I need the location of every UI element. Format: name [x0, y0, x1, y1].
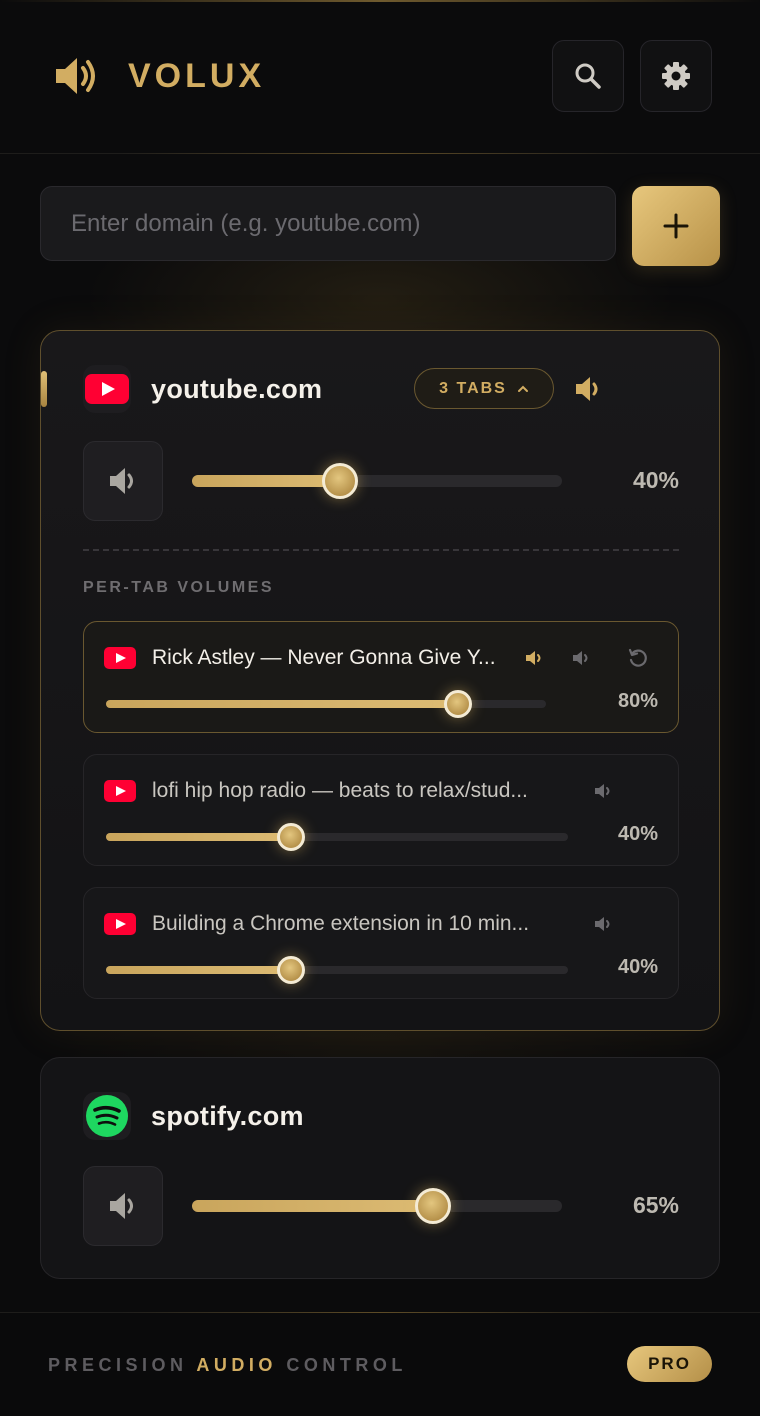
tab-item: Building a Chrome extension in 10 min...…	[83, 887, 679, 999]
speaker-icon	[595, 784, 610, 798]
spotify-icon	[86, 1095, 128, 1137]
tagline-part: PRECISION	[48, 1355, 197, 1375]
search-button[interactable]	[552, 40, 624, 112]
tab-volume-slider[interactable]	[106, 956, 568, 984]
speaker-active-icon	[576, 377, 598, 401]
tagline-accent: AUDIO	[196, 1355, 277, 1375]
tab-reset-button[interactable]	[625, 646, 651, 670]
speaker-logo-icon	[56, 58, 95, 94]
tab-title: Rick Astley — Never Gonna Give Y...	[152, 646, 496, 669]
tab-volume-value: 40%	[617, 823, 658, 845]
pro-badge: PRO	[627, 1346, 712, 1382]
reset-icon	[628, 648, 647, 667]
domain-card-spotify: spotify.com 65%	[40, 1057, 720, 1279]
domain-volume-value: 40%	[632, 467, 679, 493]
tab-mute-button[interactable]	[590, 912, 616, 936]
mute-button[interactable]	[83, 441, 163, 521]
brand-title: VOLUX	[128, 57, 266, 95]
youtube-icon	[85, 374, 129, 404]
site-icon	[83, 1092, 131, 1140]
domain-volume-slider[interactable]	[192, 1188, 562, 1224]
tab-item: Rick Astley — Never Gonna Give Y... 80%	[83, 621, 679, 733]
tab-volume-slider[interactable]	[106, 823, 568, 851]
domain-volume-slider[interactable]	[192, 463, 562, 499]
active-indicator	[41, 371, 47, 407]
tabs-count-label: 3 TABS	[439, 379, 507, 397]
site-icon	[83, 365, 131, 413]
tab-title: lofi hip hop radio — beats to relax/stud…	[152, 779, 528, 802]
speaker-icon	[595, 917, 610, 931]
domain-card-youtube: youtube.com 3 TABS 40% PER-TAB VOLUMES R…	[40, 330, 720, 1031]
tab-title: Building a Chrome extension in 10 min...	[152, 912, 530, 935]
slider-thumb[interactable]	[414, 1188, 451, 1224]
youtube-icon	[104, 647, 136, 669]
plus-icon	[663, 213, 689, 239]
domain-input[interactable]	[40, 186, 616, 261]
chevron-up-icon	[517, 385, 528, 392]
youtube-icon	[104, 913, 136, 935]
speaker-active-icon	[526, 651, 541, 665]
mute-button[interactable]	[83, 1166, 163, 1246]
slider-fill	[192, 1200, 433, 1212]
tab-volume-value: 80%	[617, 690, 658, 712]
speaker-icon	[573, 651, 588, 665]
speaker-icon	[110, 468, 133, 494]
domain-volume-value: 65%	[632, 1192, 679, 1218]
tabs-toggle-button[interactable]: 3 TABS	[414, 368, 554, 409]
tab-playing-indicator	[521, 646, 547, 670]
speaker-icon	[110, 1193, 133, 1219]
slider-fill	[106, 833, 291, 841]
tab-volume-slider[interactable]	[106, 690, 546, 718]
per-tab-section-label: PER-TAB VOLUMES	[83, 579, 274, 596]
tab-volume-value: 40%	[617, 956, 658, 978]
slider-fill	[192, 475, 340, 487]
footer-tagline: PRECISION AUDIO CONTROL	[48, 1355, 407, 1376]
section-divider	[83, 549, 679, 551]
slider-fill	[106, 700, 458, 708]
gear-icon	[662, 62, 690, 90]
domain-name: spotify.com	[151, 1101, 304, 1131]
app-header: VOLUX	[0, 0, 760, 154]
add-domain-button[interactable]	[632, 186, 720, 266]
settings-button[interactable]	[640, 40, 712, 112]
tab-item: lofi hip hop radio — beats to relax/stud…	[83, 754, 679, 866]
tagline-part: CONTROL	[276, 1355, 407, 1375]
slider-fill	[106, 966, 291, 974]
slider-thumb[interactable]	[276, 823, 305, 851]
search-icon	[575, 63, 601, 89]
slider-thumb[interactable]	[322, 463, 358, 499]
tab-mute-button[interactable]	[568, 646, 594, 670]
youtube-icon	[104, 780, 136, 802]
slider-thumb[interactable]	[276, 956, 305, 984]
tab-mute-button[interactable]	[590, 779, 616, 803]
domain-name: youtube.com	[151, 374, 323, 404]
slider-thumb[interactable]	[444, 690, 472, 718]
